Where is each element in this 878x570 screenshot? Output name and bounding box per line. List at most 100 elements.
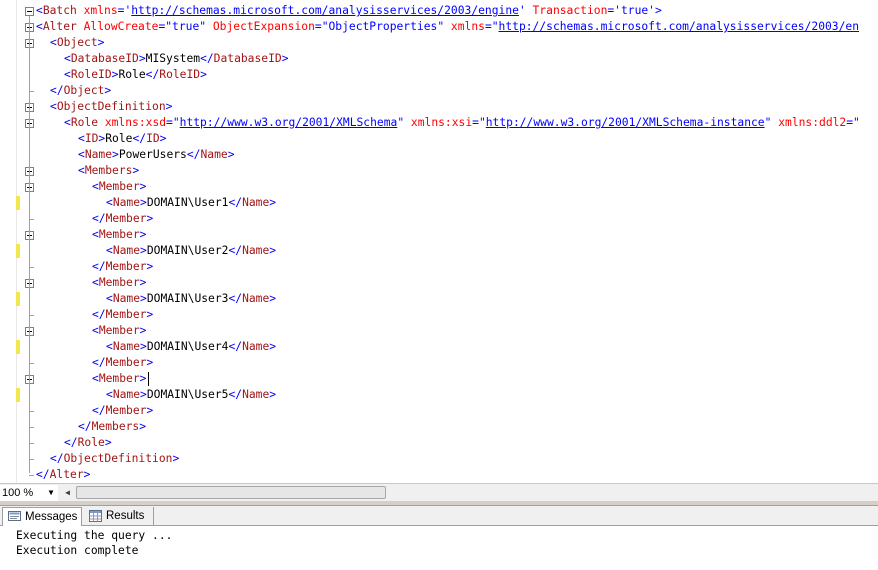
code-line[interactable]: <Name>DOMAIN\User2</Name> xyxy=(106,243,276,259)
zoom-value: 100 % xyxy=(2,487,34,499)
xml-token: ObjectExpansion xyxy=(206,20,315,33)
code-line[interactable]: <Name>DOMAIN\User4</Name> xyxy=(106,339,276,355)
xml-token: </ xyxy=(228,292,243,305)
code-line[interactable]: </Member> xyxy=(92,307,153,323)
xml-token: > xyxy=(200,68,207,81)
editor-horizontal-bar: 100 % ▼ ◀ xyxy=(0,483,878,501)
xml-token: Alter xyxy=(49,468,84,481)
xml-token: Members xyxy=(84,164,133,177)
xml-token: ="ObjectProperties" xyxy=(314,20,445,33)
xml-token: Object xyxy=(56,36,98,49)
code-line[interactable]: </ObjectDefinition> xyxy=(50,451,179,467)
xml-token: Member xyxy=(98,372,140,385)
xml-token: Transaction xyxy=(525,4,608,17)
xml-token: DOMAIN\User4 xyxy=(146,340,229,353)
code-line[interactable]: <Members> xyxy=(78,163,139,179)
code-line[interactable]: </Role> xyxy=(64,435,112,451)
code-line[interactable]: <ID>Role</ID> xyxy=(78,131,166,147)
xml-token: > xyxy=(146,260,154,273)
xml-token: </ xyxy=(92,356,106,369)
xml-token: ='true'> xyxy=(607,4,662,17)
code-line[interactable]: <ObjectDefinition> xyxy=(50,99,172,115)
code-line[interactable]: </Object> xyxy=(50,83,111,99)
xml-token: Member xyxy=(105,308,147,321)
xml-token: < xyxy=(92,228,99,241)
xml-token: ID xyxy=(84,132,99,145)
code-line[interactable]: </Member> xyxy=(92,211,153,227)
xml-token: < xyxy=(106,340,113,353)
code-line[interactable]: </Member> xyxy=(92,355,153,371)
xml-token: Name xyxy=(242,388,270,401)
code-line[interactable]: <Member> xyxy=(92,275,146,291)
code-line[interactable]: <Member> xyxy=(92,227,146,243)
xml-token: > xyxy=(146,356,154,369)
outline-end-tick xyxy=(29,219,34,220)
xml-url-link[interactable]: http://www.w3.org/2001/XMLSchema xyxy=(180,116,398,129)
xml-token: > xyxy=(269,196,277,209)
xml-token: =" xyxy=(472,116,486,129)
xml-token: Role xyxy=(77,436,105,449)
outline-end-tick xyxy=(29,475,34,476)
xml-token: Member xyxy=(98,324,140,337)
xml-url-link[interactable]: http://schemas.microsoft.com/analysisser… xyxy=(499,20,859,33)
xml-token: < xyxy=(92,324,99,337)
code-line[interactable]: <Batch xmlns='http://schemas.microsoft.c… xyxy=(36,3,662,19)
outline-end-tick xyxy=(29,427,34,428)
xml-token: > xyxy=(139,324,147,337)
code-line[interactable]: <Name>PowerUsers</Name> xyxy=(78,147,235,163)
xml-token: ID xyxy=(146,132,160,145)
xml-token: > xyxy=(269,244,277,257)
code-line[interactable]: <Alter AllowCreate="true" ObjectExpansio… xyxy=(36,19,859,35)
xml-editor[interactable]: <Batch xmlns='http://schemas.microsoft.c… xyxy=(0,0,878,483)
outline-end-tick xyxy=(29,411,34,412)
xml-token: PowerUsers xyxy=(118,148,187,161)
code-line[interactable]: <DatabaseID>MISystem</DatabaseID> xyxy=(64,51,289,67)
changed-line-marker xyxy=(16,244,20,258)
xml-token: Name xyxy=(112,244,141,257)
code-line[interactable]: </Member> xyxy=(92,403,153,419)
changed-line-marker xyxy=(16,340,20,354)
xml-token: > xyxy=(140,196,147,209)
code-line[interactable]: <Name>DOMAIN\User1</Name> xyxy=(106,195,276,211)
text-caret xyxy=(148,372,149,386)
xml-token: > xyxy=(139,276,147,289)
code-line[interactable]: <RoleID>Role</RoleID> xyxy=(64,67,207,83)
xml-token: </ xyxy=(228,196,243,209)
xml-token: </ xyxy=(50,84,64,97)
xml-token: Name xyxy=(242,340,270,353)
xml-token: Name xyxy=(200,148,228,161)
scroll-left-arrow-icon[interactable]: ◀ xyxy=(60,485,75,501)
code-line[interactable]: <Name>DOMAIN\User5</Name> xyxy=(106,387,276,403)
code-line[interactable]: </Alter> xyxy=(36,467,90,483)
code-line[interactable]: <Member> xyxy=(92,179,146,195)
code-line[interactable]: <Member> xyxy=(92,371,146,387)
tab-messages-label: Messages xyxy=(25,511,78,523)
code-area[interactable]: <Batch xmlns='http://schemas.microsoft.c… xyxy=(0,0,878,483)
collapse-toggle-icon[interactable] xyxy=(25,7,34,16)
xml-token: < xyxy=(106,244,113,257)
tab-results[interactable]: Results xyxy=(84,507,154,526)
xml-token: xmlns:ddl2 xyxy=(771,116,847,129)
xml-token: > xyxy=(139,420,147,433)
xml-token: > xyxy=(104,84,112,97)
outline-end-tick xyxy=(29,443,34,444)
xml-token: Member xyxy=(105,356,147,369)
code-line[interactable]: <Object> xyxy=(50,35,104,51)
code-line[interactable]: </Member> xyxy=(92,259,153,275)
tab-messages[interactable]: Messages xyxy=(2,507,82,526)
xml-token: Name xyxy=(112,340,141,353)
xml-token: > xyxy=(281,52,289,65)
messages-output[interactable]: Executing the query ... Execution comple… xyxy=(0,526,878,570)
xml-url-link[interactable]: http://www.w3.org/2001/XMLSchema-instanc… xyxy=(486,116,765,129)
code-line[interactable]: <Member> xyxy=(92,323,146,339)
xml-token: > xyxy=(140,340,147,353)
horizontal-scrollbar-thumb[interactable] xyxy=(76,486,386,499)
code-line[interactable]: </Members> xyxy=(78,419,146,435)
xml-token: </ xyxy=(200,52,214,65)
code-line[interactable]: <Name>DOMAIN\User3</Name> xyxy=(106,291,276,307)
xml-url-link[interactable]: http://schemas.microsoft.com/analysisser… xyxy=(131,4,519,17)
code-line[interactable]: <Role xmlns:xsd="http://www.w3.org/2001/… xyxy=(64,115,860,131)
xml-token: </ xyxy=(36,468,50,481)
chevron-down-icon[interactable]: ▼ xyxy=(44,485,58,501)
xml-token: DatabaseID xyxy=(213,52,282,65)
